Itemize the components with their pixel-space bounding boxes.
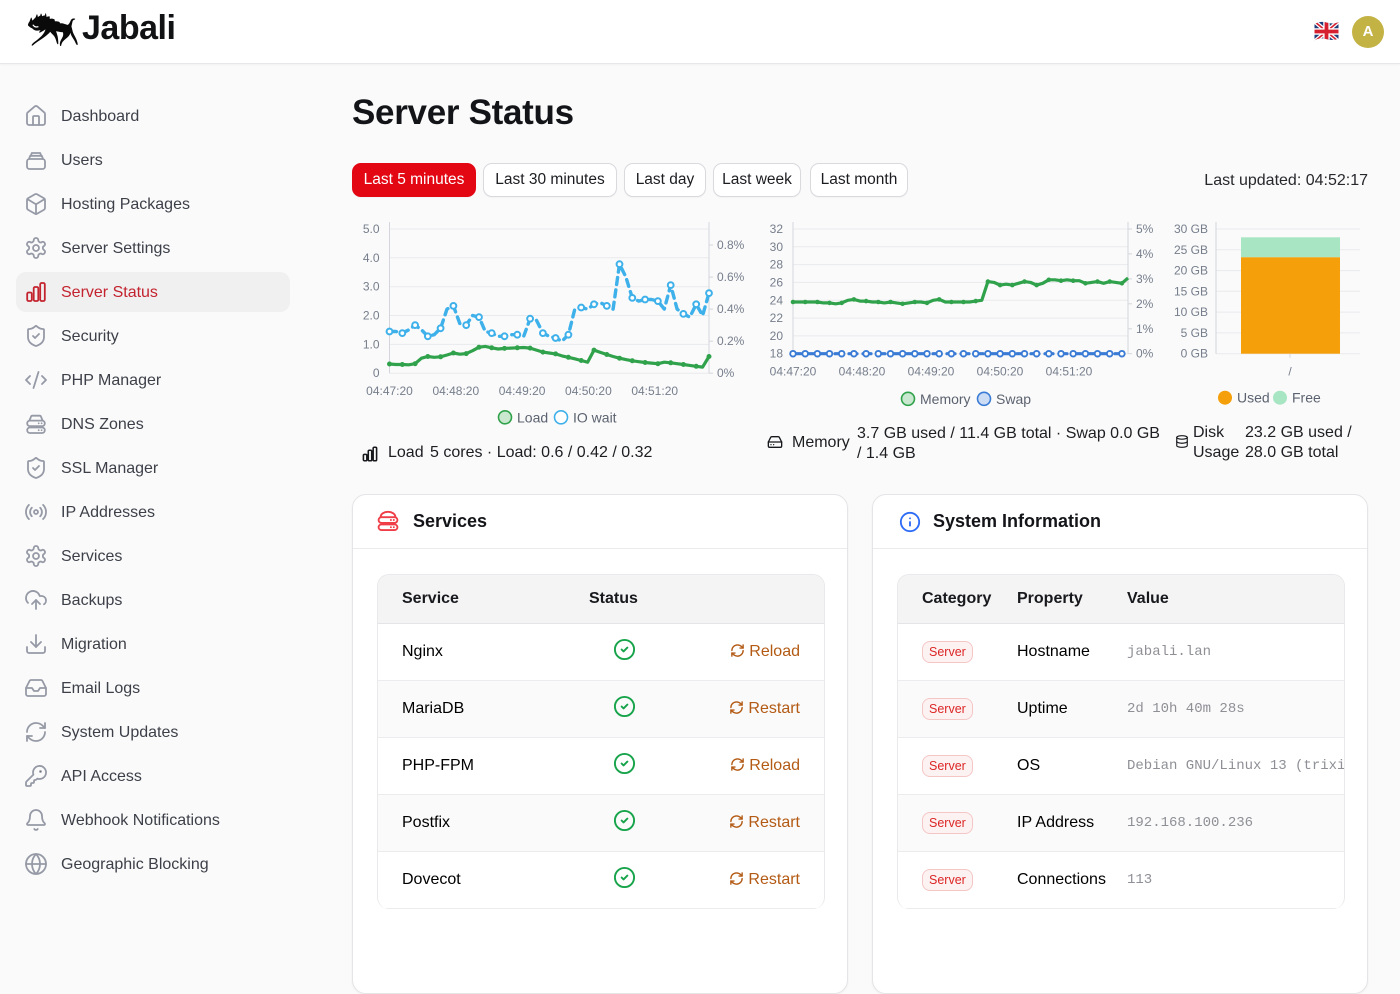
svg-text:20 GB: 20 GB xyxy=(1174,264,1208,278)
svg-text:4%: 4% xyxy=(1136,247,1154,261)
svg-text:3%: 3% xyxy=(1136,272,1154,286)
svg-text:0%: 0% xyxy=(1136,347,1154,361)
svg-text:1.0: 1.0 xyxy=(363,337,380,351)
svg-text:IO wait: IO wait xyxy=(573,409,617,425)
svg-text:5 GB: 5 GB xyxy=(1181,326,1208,340)
svg-text:0.8%: 0.8% xyxy=(717,238,745,252)
svg-text:Memory: Memory xyxy=(920,391,971,407)
svg-text:30: 30 xyxy=(770,240,784,254)
svg-text:0.4%: 0.4% xyxy=(717,302,745,316)
svg-text:22: 22 xyxy=(770,311,784,325)
svg-text:Load: Load xyxy=(517,409,548,425)
svg-text:0%: 0% xyxy=(717,366,735,380)
svg-text:0.6%: 0.6% xyxy=(717,270,745,284)
svg-text:04:47:20: 04:47:20 xyxy=(366,384,413,398)
svg-text:04:48:20: 04:48:20 xyxy=(432,384,479,398)
svg-text:2.0: 2.0 xyxy=(363,309,380,323)
svg-text:25 GB: 25 GB xyxy=(1174,243,1208,257)
svg-text:2%: 2% xyxy=(1136,297,1154,311)
svg-text:5.0: 5.0 xyxy=(363,222,380,236)
svg-text:04:48:20: 04:48:20 xyxy=(839,365,886,379)
svg-text:26: 26 xyxy=(770,275,784,289)
svg-text:Free: Free xyxy=(1292,390,1321,406)
svg-text:Used: Used xyxy=(1237,390,1270,406)
svg-text:10 GB: 10 GB xyxy=(1174,305,1208,319)
svg-text:04:49:20: 04:49:20 xyxy=(499,384,546,398)
svg-text:04:51:20: 04:51:20 xyxy=(631,384,678,398)
svg-text:20: 20 xyxy=(770,329,784,343)
svg-text:0: 0 xyxy=(373,366,380,380)
svg-text:32: 32 xyxy=(770,222,784,236)
svg-text:04:50:20: 04:50:20 xyxy=(565,384,612,398)
svg-text:04:51:20: 04:51:20 xyxy=(1046,365,1093,379)
svg-text:1%: 1% xyxy=(1136,322,1154,336)
svg-text:0.2%: 0.2% xyxy=(717,334,745,348)
svg-text:3.0: 3.0 xyxy=(363,280,380,294)
svg-text:4.0: 4.0 xyxy=(363,251,380,265)
svg-text:18: 18 xyxy=(770,347,784,361)
svg-text:5%: 5% xyxy=(1136,222,1154,236)
svg-text:24: 24 xyxy=(770,293,784,307)
svg-text:04:49:20: 04:49:20 xyxy=(908,365,955,379)
svg-text:04:50:20: 04:50:20 xyxy=(977,365,1024,379)
svg-text:Swap: Swap xyxy=(996,391,1031,407)
svg-text:04:47:20: 04:47:20 xyxy=(770,365,817,379)
svg-text:28: 28 xyxy=(770,258,784,272)
svg-text:0 GB: 0 GB xyxy=(1181,347,1208,361)
svg-text:15 GB: 15 GB xyxy=(1174,284,1208,298)
svg-text:30 GB: 30 GB xyxy=(1174,222,1208,236)
svg-text:/: / xyxy=(1288,365,1292,379)
